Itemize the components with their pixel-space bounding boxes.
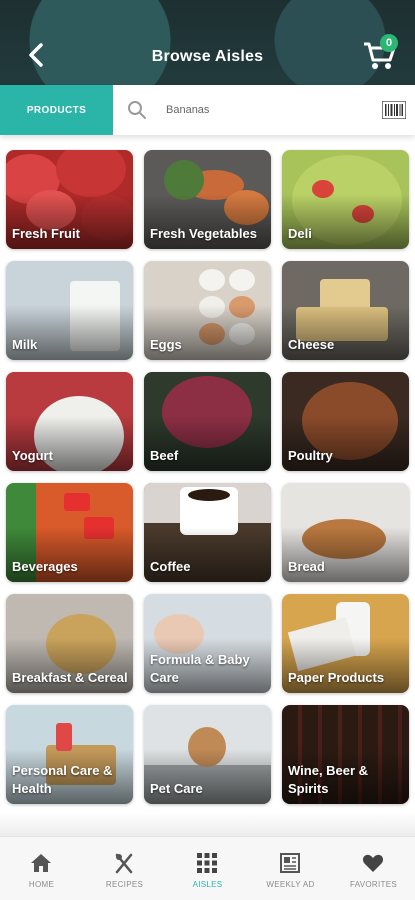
- aisle-tile-milk[interactable]: Milk: [6, 261, 133, 360]
- newspaper-icon: [280, 853, 300, 873]
- aisle-tile-eggs[interactable]: Eggs: [144, 261, 271, 360]
- aisle-label: Poultry: [288, 448, 333, 463]
- nav-recipes[interactable]: RECIPES: [83, 837, 166, 900]
- aisle-tile-formula-baby-care[interactable]: Formula & Baby Care: [144, 594, 271, 693]
- nav-weekly-ad[interactable]: WEEKLY AD: [249, 837, 332, 900]
- aisle-tile-beef[interactable]: Beef: [144, 372, 271, 471]
- aisle-label: Coffee: [150, 559, 191, 574]
- aisle-tile-coffee[interactable]: Coffee: [144, 483, 271, 582]
- aisle-label: Breakfast & Cereal: [12, 670, 128, 685]
- nav-favorites[interactable]: FAVORITES: [332, 837, 415, 900]
- nav-label: HOME: [28, 880, 55, 889]
- aisle-tile-fresh-vegetables[interactable]: Fresh Vegetables: [144, 150, 271, 249]
- heart-icon: [362, 854, 384, 872]
- aisle-label: Yogurt: [12, 448, 53, 463]
- aisle-label: Pet Care: [150, 781, 203, 796]
- aisle-tile-yogurt[interactable]: Yogurt: [6, 372, 133, 471]
- nav-label: WEEKLY AD: [266, 880, 315, 889]
- nav-label: AISLES: [192, 880, 223, 889]
- aisle-label: Fresh Vegetables: [150, 226, 257, 241]
- nav-home[interactable]: HOME: [0, 837, 83, 900]
- aisle-tile-pet-care[interactable]: Pet Care: [144, 705, 271, 804]
- nav-label: FAVORITES: [349, 880, 397, 889]
- aisle-tile-deli[interactable]: Deli: [282, 150, 409, 249]
- divider: [0, 812, 415, 836]
- aisle-label: Bread: [288, 559, 325, 574]
- home-icon: [31, 854, 51, 872]
- search-icon: [128, 101, 146, 119]
- grid-icon: [197, 853, 217, 873]
- aisle-tile-bread[interactable]: Bread: [282, 483, 409, 582]
- aisle-tile-beverages[interactable]: Beverages: [6, 483, 133, 582]
- aisle-tile-personal-care-health[interactable]: Personal Care & Health: [6, 705, 133, 804]
- aisle-tile-paper-products[interactable]: Paper Products: [282, 594, 409, 693]
- page-title: Browse Aisles: [151, 48, 264, 65]
- aisle-label: Eggs: [150, 337, 182, 352]
- aisle-label: Wine, Beer & Spirits: [288, 763, 369, 796]
- search-input[interactable]: [166, 99, 356, 121]
- aisle-label: Cheese: [288, 337, 335, 352]
- search-bar: PRODUCTS: [0, 85, 415, 135]
- aisle-tile-poultry[interactable]: Poultry: [282, 372, 409, 471]
- aisle-tile-cheese[interactable]: Cheese: [282, 261, 409, 360]
- aisle-label: Deli: [288, 226, 312, 241]
- aisle-label: Paper Products: [288, 670, 385, 685]
- cart-count-badge: 0: [380, 34, 398, 52]
- aisle-label: Milk: [12, 337, 38, 352]
- aisle-label: Personal Care & Health: [12, 763, 113, 796]
- nav-label: RECIPES: [105, 880, 144, 889]
- aisle-tile-wine-beer-spirits[interactable]: Wine, Beer & Spirits: [282, 705, 409, 804]
- aisle-tile-breakfast-cereal[interactable]: Breakfast & Cereal: [6, 594, 133, 693]
- nav-aisles[interactable]: AISLES: [166, 837, 249, 900]
- aisle-label: Fresh Fruit: [12, 226, 80, 241]
- aisle-tile-fresh-fruit[interactable]: Fresh Fruit: [6, 150, 133, 249]
- aisle-label: Formula & Baby Care: [150, 652, 250, 685]
- products-tab[interactable]: PRODUCTS: [0, 85, 113, 135]
- aisle-label: Beef: [150, 448, 179, 463]
- barcode-scan-icon[interactable]: [382, 101, 406, 119]
- aisle-label: Beverages: [12, 559, 78, 574]
- bottom-nav: HOME RECIPES AISLES WEEKLY AD FAVORITES: [0, 836, 415, 900]
- fork-knife-icon: [115, 853, 133, 874]
